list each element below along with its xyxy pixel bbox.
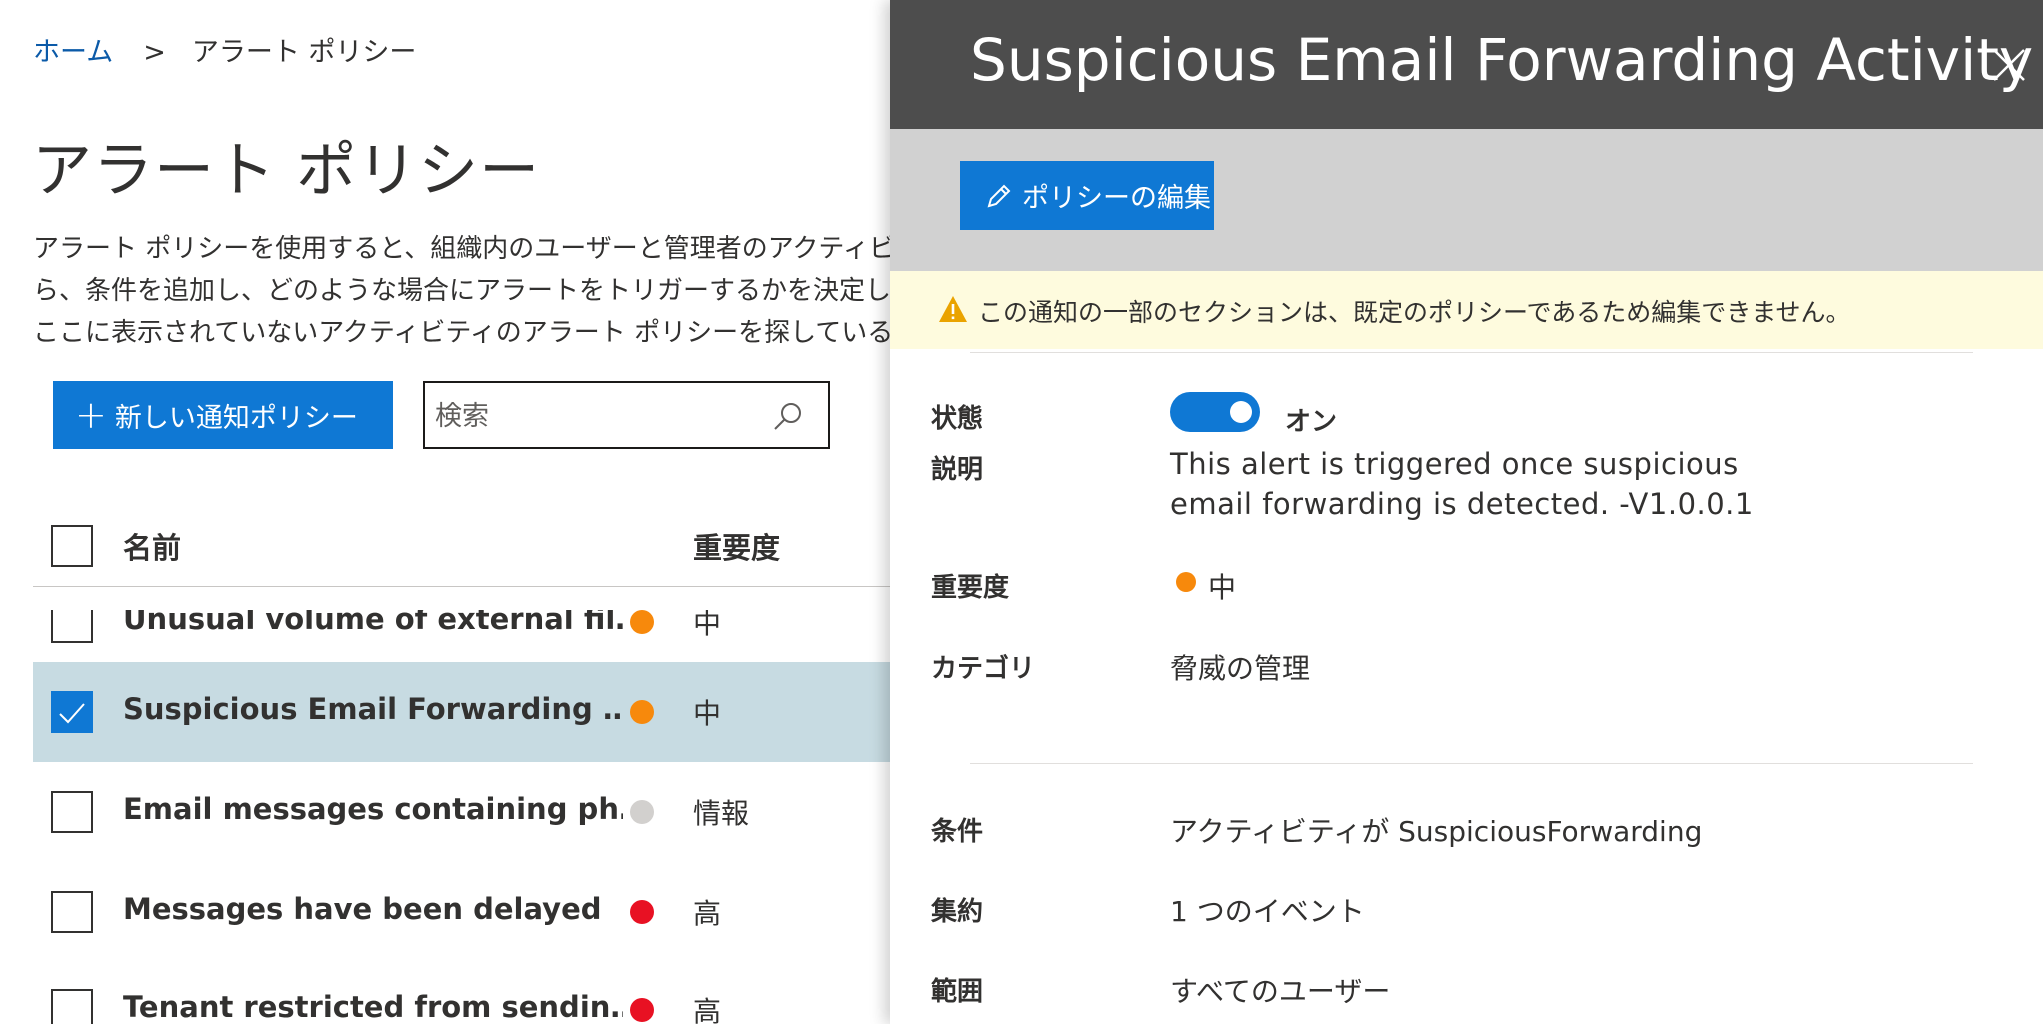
alert-policy-page: ホーム > アラート ポリシー アラート ポリシー アラート ポリシーを使用すると、…	[0, 0, 900, 1024]
category-value: 脅威の管理	[1170, 652, 1311, 685]
new-alert-policy-button[interactable]: + 新しい通知ポリシー	[53, 381, 393, 449]
search-box[interactable]	[423, 381, 830, 449]
row-checkbox[interactable]	[51, 891, 93, 933]
breadcrumb-separator: >	[143, 37, 166, 68]
pencil-icon	[987, 184, 1011, 207]
edit-policy-label: ポリシーの編集	[1022, 183, 1211, 214]
checkmark-icon	[59, 703, 85, 724]
new-alert-policy-label: 新しい通知ポリシー	[114, 402, 358, 434]
row-checkbox[interactable]	[51, 610, 93, 643]
policy-name[interactable]: Email messages containing ph…	[123, 792, 623, 826]
severity-value: 中	[1208, 571, 1237, 604]
breadcrumb-current: アラート ポリシー	[191, 37, 417, 68]
severity-dot	[630, 900, 654, 924]
table-row-selected[interactable]: Suspicious Email Forwarding … 中	[33, 662, 900, 762]
severity-dot	[1176, 572, 1196, 592]
status-toggle[interactable]	[1170, 392, 1260, 432]
divider	[970, 763, 1973, 764]
category-label: カテゴリ	[931, 654, 1036, 684]
breadcrumb: ホーム > アラート ポリシー	[33, 30, 416, 69]
severity-dot	[630, 700, 654, 724]
policy-name[interactable]: Unusual volume of external fil…	[123, 610, 623, 636]
policy-severity: 高	[693, 897, 722, 930]
column-header-name[interactable]: 名前	[123, 525, 181, 567]
status-value: オン	[1285, 407, 1338, 437]
policy-severity: 情報	[693, 797, 750, 830]
warning-text: この通知の一部のセクションは、既定のポリシーであるため編集できません。	[978, 298, 1851, 327]
panel-toolbar: ポリシーの編集	[890, 129, 2043, 271]
policy-list: Unusual volume of external fil… 中 Suspic…	[33, 610, 900, 1024]
description-value: This alert is triggered once suspicious …	[1170, 447, 1754, 521]
scope-label: 範囲	[931, 977, 984, 1007]
select-all-checkbox[interactable]	[51, 525, 93, 567]
severity-dot	[630, 998, 654, 1022]
plus-icon: +	[75, 393, 107, 437]
close-icon[interactable]	[1990, 46, 2028, 84]
table-header: 名前 重要度	[33, 505, 900, 587]
description-line-3: ここに表示されていないアクティビティのアラート ポリシーを探している場合は、"ア	[33, 312, 900, 354]
policy-name[interactable]: Tenant restricted from sendin…	[123, 990, 623, 1024]
severity-dot	[630, 800, 654, 824]
description-label: 説明	[931, 455, 984, 485]
aggregation-label: 集約	[931, 897, 984, 927]
severity-dot	[630, 610, 654, 634]
search-input[interactable]	[435, 397, 755, 435]
table-row[interactable]: Tenant restricted from sendin… 高	[33, 960, 900, 1024]
breadcrumb-home-link[interactable]: ホーム	[33, 37, 113, 68]
divider	[970, 352, 1973, 353]
warning-message-bar: この通知の一部のセクションは、既定のポリシーであるため編集できません。	[890, 271, 2043, 349]
row-checkbox[interactable]	[51, 989, 93, 1024]
panel-header: Suspicious Email Forwarding Activity	[890, 0, 2043, 129]
status-label: 状態	[931, 404, 984, 434]
policy-details-panel: Suspicious Email Forwarding Activity ポリシ…	[890, 0, 2043, 1024]
column-header-severity[interactable]: 重要度	[693, 525, 780, 567]
search-icon[interactable]	[770, 400, 804, 434]
warning-icon	[939, 296, 967, 322]
edit-policy-button[interactable]: ポリシーの編集	[960, 161, 1214, 230]
policy-severity: 中	[693, 697, 722, 730]
row-checkbox-checked[interactable]	[51, 691, 93, 733]
page-title: アラート ポリシー	[32, 136, 541, 206]
page-description: アラート ポリシーを使用すると、組織内のユーザーと管理者のアクティビティ、マル …	[33, 228, 900, 354]
row-checkbox[interactable]	[51, 791, 93, 833]
policy-severity: 高	[693, 995, 722, 1024]
policy-severity: 中	[693, 610, 722, 640]
policy-name[interactable]: Suspicious Email Forwarding …	[123, 692, 623, 726]
table-row[interactable]: Email messages containing ph… 情報	[33, 762, 900, 862]
toggle-knob	[1230, 401, 1252, 423]
description-line-1: アラート ポリシーを使用すると、組織内のユーザーと管理者のアクティビティ、マル	[33, 234, 900, 264]
conditions-value: アクティビティが SuspiciousForwarding	[1170, 815, 1703, 848]
aggregation-value: 1 つのイベント	[1170, 895, 1365, 928]
policy-name[interactable]: Messages have been delayed	[123, 892, 623, 926]
description-line-2: ら、条件を追加し、どのような場合にアラートをトリガーするかを決定し、通知を受	[33, 276, 900, 306]
description-line-3-text: ここに表示されていないアクティビティのアラート ポリシーを探している場合は、"	[33, 318, 900, 348]
panel-title: Suspicious Email Forwarding Activity	[970, 26, 2034, 94]
scope-value: すべてのユーザー	[1170, 975, 1391, 1008]
conditions-label: 条件	[931, 817, 984, 847]
table-row[interactable]: Messages have been delayed 高	[33, 862, 900, 962]
severity-label: 重要度	[931, 573, 1010, 603]
